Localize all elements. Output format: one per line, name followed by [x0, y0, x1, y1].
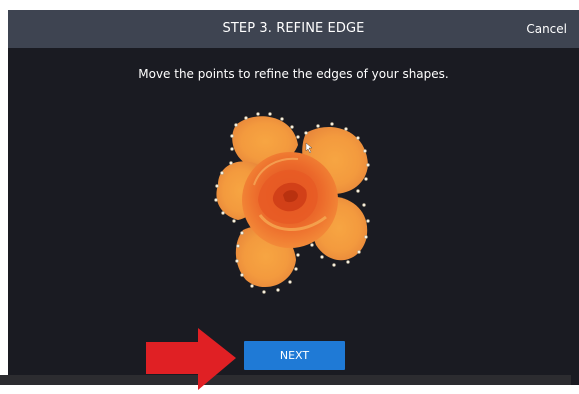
edge-editor-canvas[interactable]	[198, 105, 388, 300]
page: STEP 3. REFINE EDGE Cancel Move the poin…	[0, 0, 579, 394]
instruction-text: Move the points to refine the edges of y…	[138, 67, 449, 81]
dialog-header: STEP 3. REFINE EDGE Cancel	[8, 10, 579, 48]
rose-image	[216, 116, 368, 288]
dialog-title: STEP 3. REFINE EDGE	[222, 21, 365, 36]
cancel-button[interactable]: Cancel	[526, 10, 567, 48]
background-strip	[0, 375, 571, 385]
refine-edge-dialog: STEP 3. REFINE EDGE Cancel Move the poin…	[8, 10, 579, 385]
red-arrow-icon	[146, 328, 236, 390]
next-button[interactable]: NEXT	[244, 341, 345, 370]
